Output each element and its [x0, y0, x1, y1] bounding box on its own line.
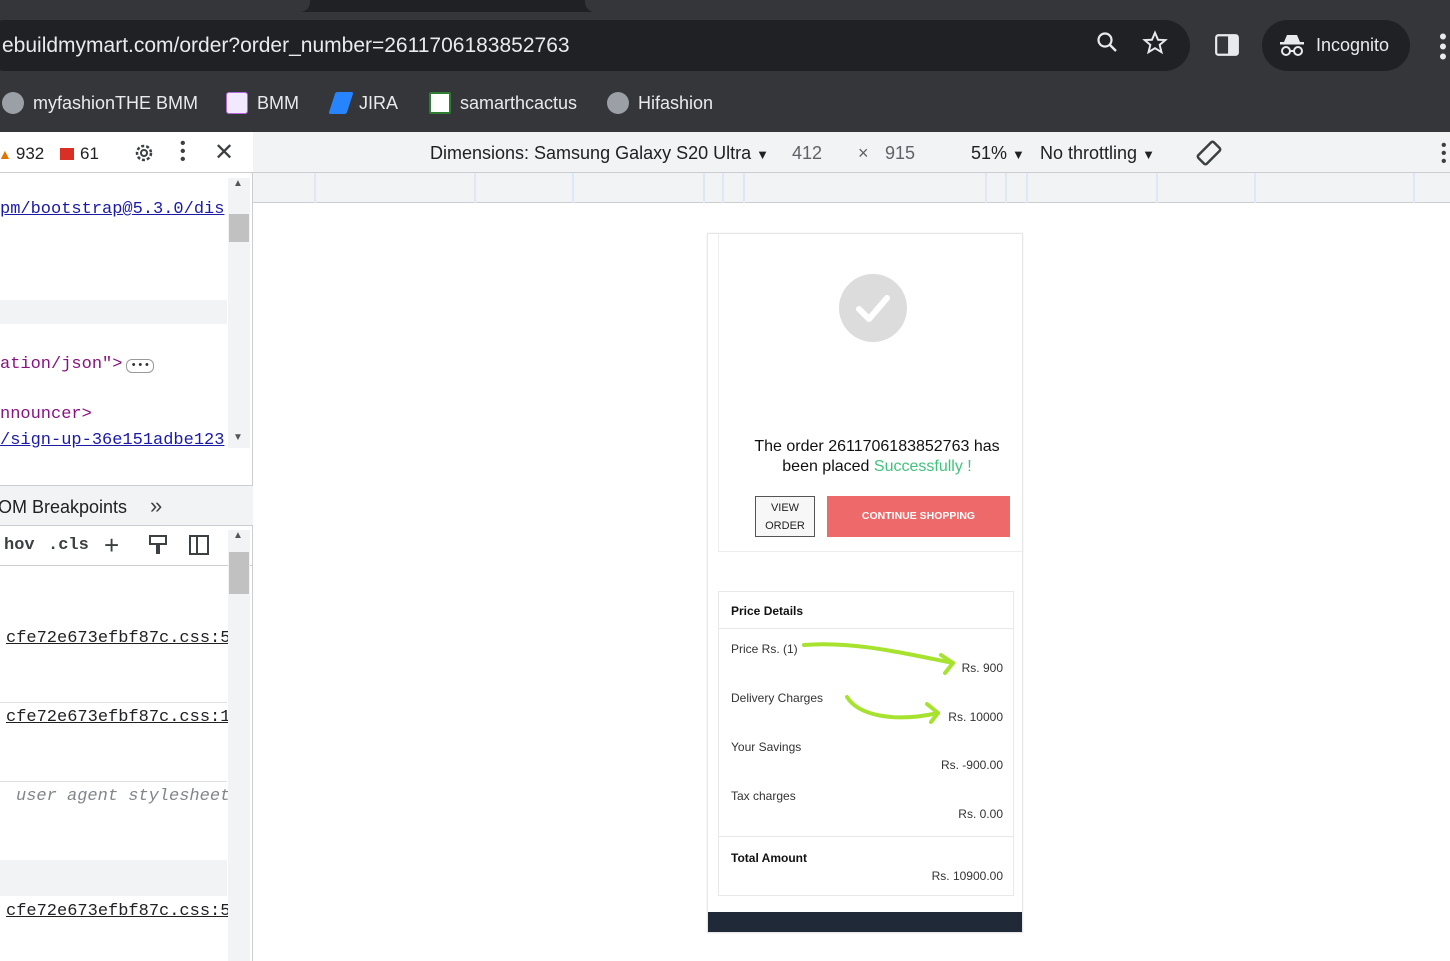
bookmark-samarthcactus[interactable]: samarthcactus: [429, 90, 577, 116]
warning-icon: ▲: [0, 146, 12, 162]
close-icon[interactable]: ✕: [214, 138, 234, 167]
hov-toggle[interactable]: hov: [4, 536, 35, 555]
paint-icon[interactable]: [148, 534, 168, 561]
warning-count[interactable]: ▲ 932: [0, 144, 44, 164]
device-dimensions-select[interactable]: Dimensions: Samsung Galaxy S20 Ultra ▼: [430, 143, 769, 164]
cls-toggle[interactable]: .cls: [48, 536, 89, 555]
omnibox[interactable]: ebuildmymart.com/order?order_number=2611…: [0, 20, 1190, 71]
add-rule-icon[interactable]: +: [104, 530, 119, 561]
annotation-arrow-price: [802, 642, 955, 665]
rotate-icon[interactable]: [1195, 139, 1223, 172]
style-source-link[interactable]: cfe72e673efbf87c.css:5: [6, 629, 230, 648]
device-toolbar: Dimensions: Samsung Galaxy S20 Ultra ▼ 4…: [253, 132, 1450, 173]
bookmarks-bar: myfashionTHE BMM BMM JIRA samarthcactus …: [0, 82, 1450, 132]
zoom-select[interactable]: 51% ▼: [971, 143, 1025, 164]
devtools-panel: ▲ 932 61 • • • ✕ pm/bootstrap@5.3.0/dis at…: [0, 132, 253, 961]
bookmark-myfashion[interactable]: myfashionTHE BMM: [2, 90, 198, 116]
inherited-band: [0, 860, 227, 896]
search-icon[interactable]: [1092, 30, 1122, 60]
star-icon[interactable]: [1140, 30, 1170, 60]
code-line[interactable]: /sign-up-36e151adbe123: [0, 431, 224, 450]
error-icon: [60, 148, 74, 160]
emulated-viewport: The order 2611706183852763 has been plac…: [253, 203, 1450, 961]
elements-spacer: [0, 300, 227, 324]
throttling-select[interactable]: No throttling ▼: [1040, 143, 1155, 164]
incognito-badge[interactable]: Incognito: [1262, 20, 1410, 71]
annotation-arrow-delivery: [845, 695, 940, 720]
dom-breakpoints-label[interactable]: OM Breakpoints: [0, 497, 127, 518]
annotation-arrowhead-price: [939, 653, 955, 675]
times-sign: ×: [858, 143, 869, 163]
settings-gear-icon[interactable]: [132, 141, 156, 170]
bmm-favicon: [226, 92, 248, 114]
bookmark-jira[interactable]: JIRA: [328, 90, 399, 116]
browser-tab[interactable]: [585, 0, 1450, 12]
dom-breakpoints-tab[interactable]: OM Breakpoints »: [0, 485, 253, 526]
bookmark-hifashion[interactable]: Hifashion: [607, 90, 713, 116]
annotation-arrows: [802, 642, 955, 724]
code-line[interactable]: pm/bootstrap@5.3.0/dis: [0, 200, 224, 219]
error-count[interactable]: 61: [60, 144, 99, 164]
width-input[interactable]: 412: [792, 143, 822, 164]
bookmark-label: Hifashion: [638, 92, 714, 113]
elements-scrollbar[interactable]: ▲ ▼: [228, 178, 250, 448]
style-source-link[interactable]: cfe72e673efbf87c.css:5: [6, 902, 230, 921]
style-source-link[interactable]: cfe72e673efbf87c.css:1: [6, 708, 230, 727]
globe-icon: [2, 92, 24, 114]
browser-tab[interactable]: [0, 0, 310, 12]
jira-icon: [328, 92, 354, 114]
bookmark-label: JIRA: [359, 92, 399, 113]
divider: [0, 781, 227, 782]
side-panel-icon[interactable]: [1214, 32, 1244, 62]
divider: [0, 702, 227, 703]
scroll-thumb[interactable]: [229, 552, 249, 594]
url-text[interactable]: ebuildmymart.com/order?order_number=2611…: [2, 34, 570, 58]
styles-toolbar: hov .cls +: [0, 526, 253, 566]
height-input[interactable]: 915: [885, 143, 915, 164]
scroll-down-icon[interactable]: ▼: [233, 432, 243, 443]
scroll-up-icon[interactable]: ▲: [233, 178, 243, 189]
ellipsis-badge[interactable]: •••: [126, 359, 155, 373]
globe-icon: [607, 92, 629, 114]
incognito-icon: [1278, 32, 1306, 63]
devtools-toolbar: ▲ 932 61 • • • ✕: [0, 132, 253, 173]
scroll-up-icon[interactable]: ▲: [233, 530, 243, 541]
cactus-favicon: [429, 92, 451, 114]
code-line[interactable]: nnouncer>: [0, 405, 92, 424]
toggle-sidebar-icon[interactable]: [188, 534, 210, 561]
styles-scrollbar[interactable]: ▲: [228, 530, 250, 961]
device-toolbar-menu-icon[interactable]: • • •: [1441, 138, 1447, 170]
bookmark-bmm[interactable]: BMM: [226, 90, 299, 116]
devtools-menu-icon[interactable]: • • •: [180, 136, 186, 168]
scroll-thumb[interactable]: [229, 214, 249, 242]
address-bar: ebuildmymart.com/order?order_number=2611…: [0, 12, 1450, 82]
code-line[interactable]: ation/json"> •••: [0, 355, 155, 374]
style-source-label: user agent stylesheet: [16, 787, 231, 806]
incognito-label: Incognito: [1316, 35, 1390, 55]
browser-menu-icon[interactable]: • • •: [1436, 26, 1450, 68]
tab-strip: [0, 0, 1450, 12]
media-query-ruler[interactable]: [253, 173, 1450, 203]
bookmark-label: samarthcactus: [460, 92, 578, 113]
bookmark-label: BMM: [257, 92, 299, 113]
bookmark-label: myfashionTHE BMM: [33, 92, 199, 113]
more-tabs-icon[interactable]: »: [150, 493, 162, 519]
